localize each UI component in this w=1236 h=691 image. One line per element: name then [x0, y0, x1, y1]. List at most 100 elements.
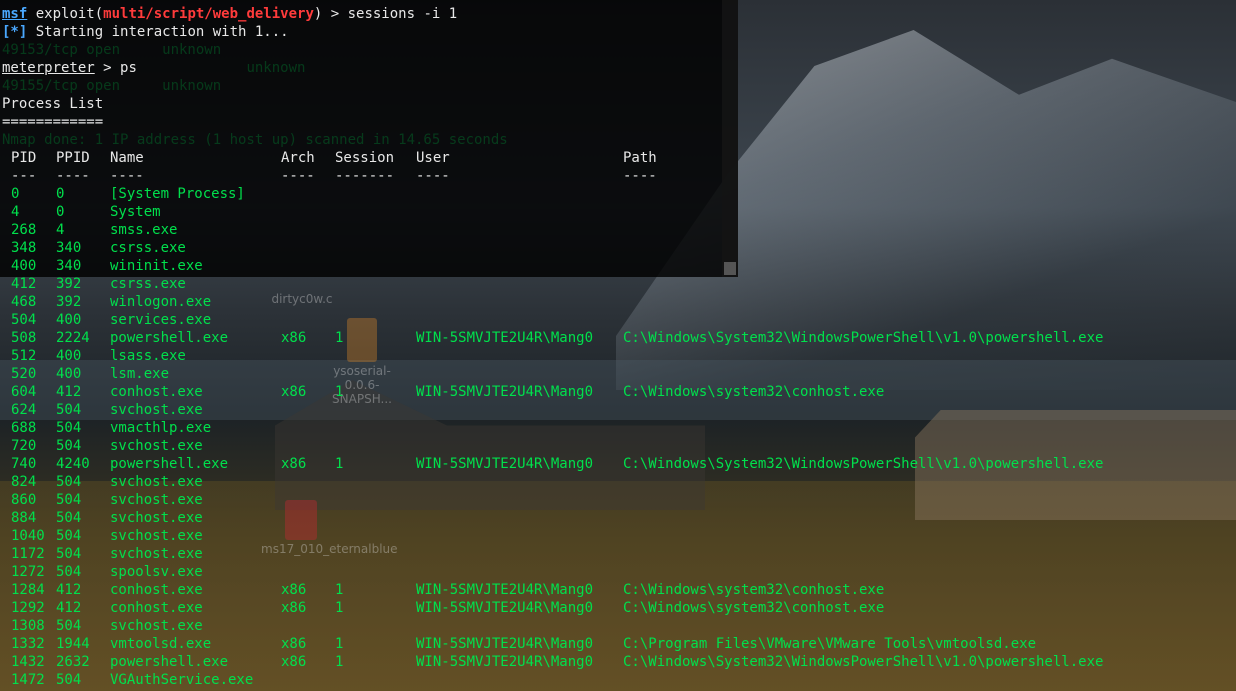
table-row: 1172 504 svchost.exe	[2, 545, 1103, 563]
cell-name: vmtoolsd.exe	[110, 636, 212, 652]
table-row: 824 504 svchost.exe	[2, 473, 1103, 491]
cell-pid: 512	[11, 348, 37, 364]
cell-name: services.exe	[110, 312, 212, 328]
cell-pid: 412	[11, 276, 37, 292]
cell-name: conhost.exe	[110, 582, 203, 598]
cell-name: wininit.exe	[110, 258, 203, 274]
cell-pid: 1432	[11, 654, 45, 670]
cell-name: smss.exe	[110, 222, 178, 238]
cell-ppid: 400	[56, 348, 82, 364]
cell-user: WIN-5SMVJTE2U4R\Mang0	[416, 330, 594, 346]
cell-name: csrss.exe	[110, 240, 186, 256]
cell-ppid: 504	[56, 528, 82, 544]
table-row: 4 0 System	[2, 203, 1103, 221]
cell-session: 1	[335, 582, 344, 598]
table-row: 520 400 lsm.exe	[2, 365, 1103, 383]
cell-name: powershell.exe	[110, 654, 229, 670]
table-row: 400 340 wininit.exe	[2, 257, 1103, 275]
cell-ppid: 504	[56, 420, 82, 436]
cell-pid: 860	[11, 492, 37, 508]
cell-pid: 4	[11, 204, 20, 220]
cell-path: C:\Program Files\VMware\VMware Tools\vmt…	[623, 636, 1037, 652]
cell-name: VGAuthService.exe	[110, 672, 254, 688]
table-header-row: PID PPID Name Arch Session User Path	[11, 150, 657, 166]
cell-name: [System Process]	[110, 186, 245, 202]
ghost-line: 49153/tcp open unknown	[2, 42, 222, 58]
cell-name: powershell.exe	[110, 330, 229, 346]
cell-name: conhost.exe	[110, 600, 203, 616]
cell-pid: 624	[11, 402, 37, 418]
table-row: 1272 504 spoolsv.exe	[2, 563, 1103, 581]
table-row: 720 504 svchost.exe	[2, 437, 1103, 455]
typed-command: sessions -i 1	[347, 6, 458, 22]
cell-user: WIN-5SMVJTE2U4R\Mang0	[416, 600, 594, 616]
status-line: [*] Starting interaction with 1...	[2, 24, 289, 40]
table-row: 740 4240 powershell.exe x86 1 WIN-5SMVJTE2U4R…	[2, 455, 1103, 473]
cell-name: spoolsv.exe	[110, 564, 203, 580]
process-list-underline: ============	[2, 114, 104, 130]
cell-name: svchost.exe	[110, 438, 203, 454]
cell-ppid: 412	[56, 600, 82, 616]
cell-ppid: 340	[56, 258, 82, 274]
cell-name: powershell.exe	[110, 456, 229, 472]
cell-pid: 1040	[11, 528, 45, 544]
cell-ppid: 504	[56, 672, 82, 688]
cell-ppid: 504	[56, 474, 82, 490]
cell-pid: 720	[11, 438, 37, 454]
cell-path: C:\Windows\system32\conhost.exe	[623, 600, 885, 616]
cell-path: C:\Windows\system32\conhost.exe	[623, 582, 885, 598]
cell-ppid: 412	[56, 384, 82, 400]
cell-pid: 1172	[11, 546, 45, 562]
cell-ppid: 1944	[56, 636, 90, 652]
cell-name: csrss.exe	[110, 276, 186, 292]
cell-session: 1	[335, 384, 344, 400]
cell-path: C:\Windows\system32\conhost.exe	[623, 384, 885, 400]
cell-ppid: 504	[56, 546, 82, 562]
cell-name: svchost.exe	[110, 474, 203, 490]
msf-prompt: msf	[2, 6, 28, 22]
table-row: 512 400 lsass.exe	[2, 347, 1103, 365]
terminal-output: msf exploit(multi/script/web_delivery) >…	[2, 5, 1103, 689]
cell-ppid: 0	[56, 204, 65, 220]
table-row: 1432 2632 powershell.exe x86 1 WIN-5SMVJTE2U4…	[2, 653, 1103, 671]
cell-pid: 268	[11, 222, 37, 238]
cell-ppid: 504	[56, 618, 82, 634]
table-row: 688 504 vmacthlp.exe	[2, 419, 1103, 437]
cell-pid: 1284	[11, 582, 45, 598]
cell-pid: 520	[11, 366, 37, 382]
cell-name: winlogon.exe	[110, 294, 212, 310]
cell-ppid: 400	[56, 312, 82, 328]
cell-ppid: 504	[56, 402, 82, 418]
cell-user: WIN-5SMVJTE2U4R\Mang0	[416, 654, 594, 670]
cell-ppid: 504	[56, 510, 82, 526]
table-row: 412 392 csrss.exe	[2, 275, 1103, 293]
cell-arch: x86	[281, 384, 307, 400]
cell-name: svchost.exe	[110, 492, 203, 508]
cell-pid: 468	[11, 294, 37, 310]
cell-pid: 1472	[11, 672, 45, 688]
cell-ppid: 412	[56, 582, 82, 598]
cell-pid: 348	[11, 240, 37, 256]
cell-pid: 1332	[11, 636, 45, 652]
typed-command: ps	[120, 60, 137, 76]
cell-ppid: 504	[56, 492, 82, 508]
cell-user: WIN-5SMVJTE2U4R\Mang0	[416, 636, 594, 652]
cell-pid: 1272	[11, 564, 45, 580]
cell-name: svchost.exe	[110, 546, 203, 562]
cell-ppid: 392	[56, 294, 82, 310]
status-star: [*]	[2, 24, 28, 40]
cell-name: svchost.exe	[110, 618, 203, 634]
cell-name: svchost.exe	[110, 528, 203, 544]
cell-session: 1	[335, 600, 344, 616]
table-row: 1284 412 conhost.exe x86 1 WIN-5SMVJTE2U4R\Ma…	[2, 581, 1103, 599]
cell-arch: x86	[281, 654, 307, 670]
meterpreter-prompt: meterpreter	[2, 60, 95, 76]
cell-user: WIN-5SMVJTE2U4R\Mang0	[416, 384, 594, 400]
cell-pid: 1308	[11, 618, 45, 634]
cell-ppid: 4	[56, 222, 65, 238]
cell-ppid: 340	[56, 240, 82, 256]
cell-path: C:\Windows\System32\WindowsPowerShell\v1…	[623, 330, 1104, 346]
table-row: 0 0 [System Process]	[2, 185, 1103, 203]
module-name: multi/script/web_delivery	[103, 6, 314, 22]
table-row: 508 2224 powershell.exe x86 1 WIN-5SMVJTE2U4R…	[2, 329, 1103, 347]
